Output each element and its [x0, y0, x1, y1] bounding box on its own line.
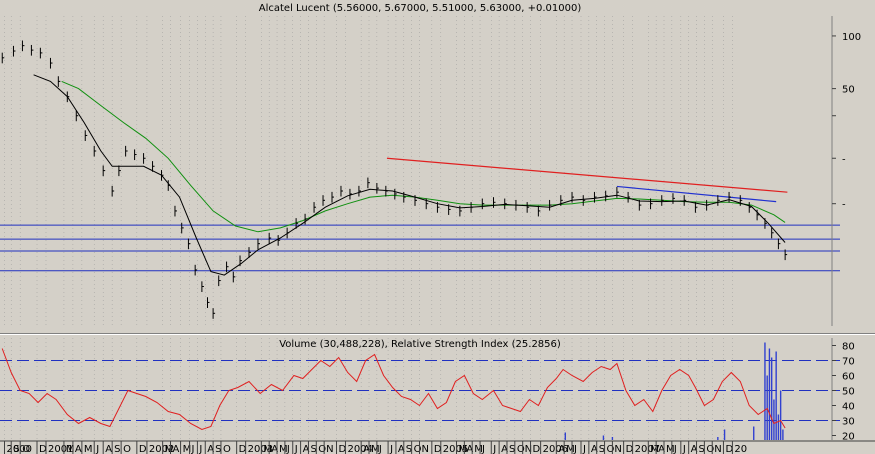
price-chart-title: Alcatel Lucent (5.56000, 5.67000, 5.5100… — [259, 3, 582, 14]
x-tick-label: A — [105, 444, 112, 454]
price-y-tick-label: 100 — [842, 32, 861, 43]
x-tick-label: J — [286, 444, 290, 454]
x-tick-label: N — [614, 444, 621, 454]
x-tick-label: A — [172, 444, 179, 454]
x-tick-label: J — [573, 444, 577, 454]
x-tick-label: N — [525, 444, 532, 454]
x-tick-label: O — [706, 444, 714, 454]
x-tick-label: O — [22, 444, 30, 454]
rsi-y-tick-label: 50 — [842, 387, 855, 398]
x-tick-label: J — [389, 444, 393, 454]
x-tick-label: A — [75, 444, 82, 454]
x-tick-label: N — [421, 444, 428, 454]
x-tick-label: N — [714, 444, 721, 454]
x-tick-label: O — [223, 444, 231, 454]
x-tick-label: J — [191, 444, 195, 454]
x-tick-label: J — [294, 444, 298, 454]
x-tick-label: J — [378, 444, 382, 454]
indicator-title: Volume (30,488,228), Relative Strength I… — [279, 339, 561, 350]
x-tick-label: J — [492, 444, 496, 454]
x-tick-label: 20 — [734, 444, 747, 454]
price-y-tick-label: - — [842, 154, 846, 165]
x-tick-label: O — [517, 444, 525, 454]
x-tick-label: D — [139, 444, 147, 454]
x-tick-label: J — [95, 444, 99, 454]
x-tick-label: M — [84, 444, 93, 454]
x-tick-label: O — [607, 444, 615, 454]
x-tick-label: J — [682, 444, 686, 454]
x-tick-label: N — [326, 444, 333, 454]
x-tick-label: O — [414, 444, 422, 454]
price-y-tick-label: - — [842, 200, 846, 211]
rsi-y-tick-label: 40 — [842, 402, 855, 413]
rsi-y-tick-label: 70 — [842, 357, 855, 368]
x-tick-label: J — [481, 444, 485, 454]
rsi-y-tick-label: 60 — [842, 372, 855, 383]
rsi-y-tick-label: 30 — [842, 417, 855, 428]
x-tick-label: J — [198, 444, 202, 454]
x-tick-label: J — [582, 444, 586, 454]
x-tick-label: S — [13, 444, 19, 454]
x-tick-label: D — [533, 444, 541, 454]
x-tick-label: J — [673, 444, 677, 454]
stock-chart: 100 50 - - Alcatel Lucent (5.56000, 5.67000… — [0, 0, 875, 454]
price-y-tick-label: 50 — [842, 85, 855, 96]
x-tick-label: O — [318, 444, 326, 454]
x-tick-label: S — [114, 444, 120, 454]
rsi-y-tick-label: 80 — [842, 342, 855, 353]
x-tick-label: O — [123, 444, 131, 454]
